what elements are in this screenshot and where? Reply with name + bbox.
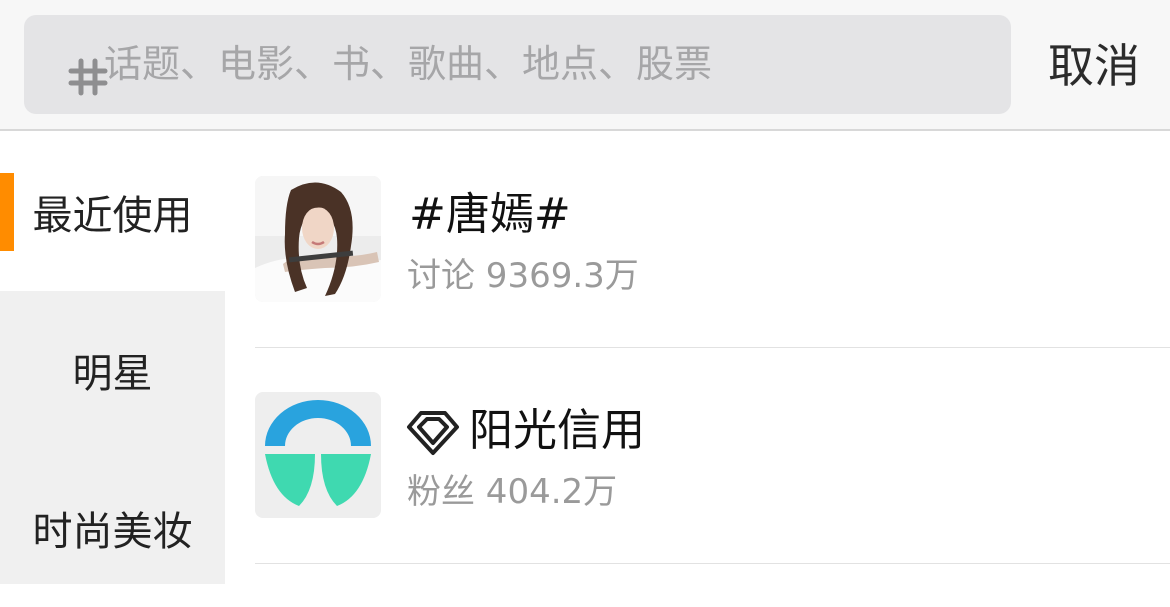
diamond-badge-icon <box>407 411 459 455</box>
topic-thumbnail <box>255 176 381 302</box>
follower-count: 粉丝 404.2万 <box>407 472 618 512</box>
sidebar-item-label: 时尚美妆 <box>32 509 193 555</box>
topic-title: #唐嫣# <box>409 189 571 240</box>
topic-list: #唐嫣# 讨论 9369.3万 阳光信用 粉丝 404.2万 <box>225 133 1170 584</box>
search-input[interactable]: 话题、电影、书、歌曲、地点、股票 <box>24 15 1011 114</box>
discussion-count: 讨论 9369.3万 <box>407 256 639 296</box>
cancel-button[interactable]: 取消 <box>1030 34 1158 98</box>
portrait-photo <box>255 176 381 302</box>
divider <box>255 347 1170 348</box>
sidebar-item-fashion-beauty[interactable]: 时尚美妆 <box>0 449 225 607</box>
hashtag-icon <box>68 58 108 96</box>
sidebar-item-recent[interactable]: 最近使用 <box>0 133 225 291</box>
search-placeholder: 话题、电影、书、歌曲、地点、股票 <box>104 42 713 86</box>
account-thumbnail <box>255 392 381 518</box>
sidebar-item-stars[interactable]: 明星 <box>0 291 225 449</box>
sunshine-credit-logo <box>255 392 381 518</box>
sidebar-item-label: 最近使用 <box>32 193 193 239</box>
list-item[interactable]: #唐嫣# 讨论 9369.3万 <box>225 133 1170 349</box>
list-item[interactable]: 阳光信用 粉丝 404.2万 <box>225 349 1170 565</box>
category-sidebar: 最近使用 明星 时尚美妆 <box>0 133 225 584</box>
account-title: 阳光信用 <box>469 405 645 456</box>
divider <box>255 563 1170 564</box>
top-bar: 话题、电影、书、歌曲、地点、股票 取消 <box>0 0 1170 131</box>
sidebar-item-label: 明星 <box>72 351 153 397</box>
active-indicator <box>0 173 14 251</box>
